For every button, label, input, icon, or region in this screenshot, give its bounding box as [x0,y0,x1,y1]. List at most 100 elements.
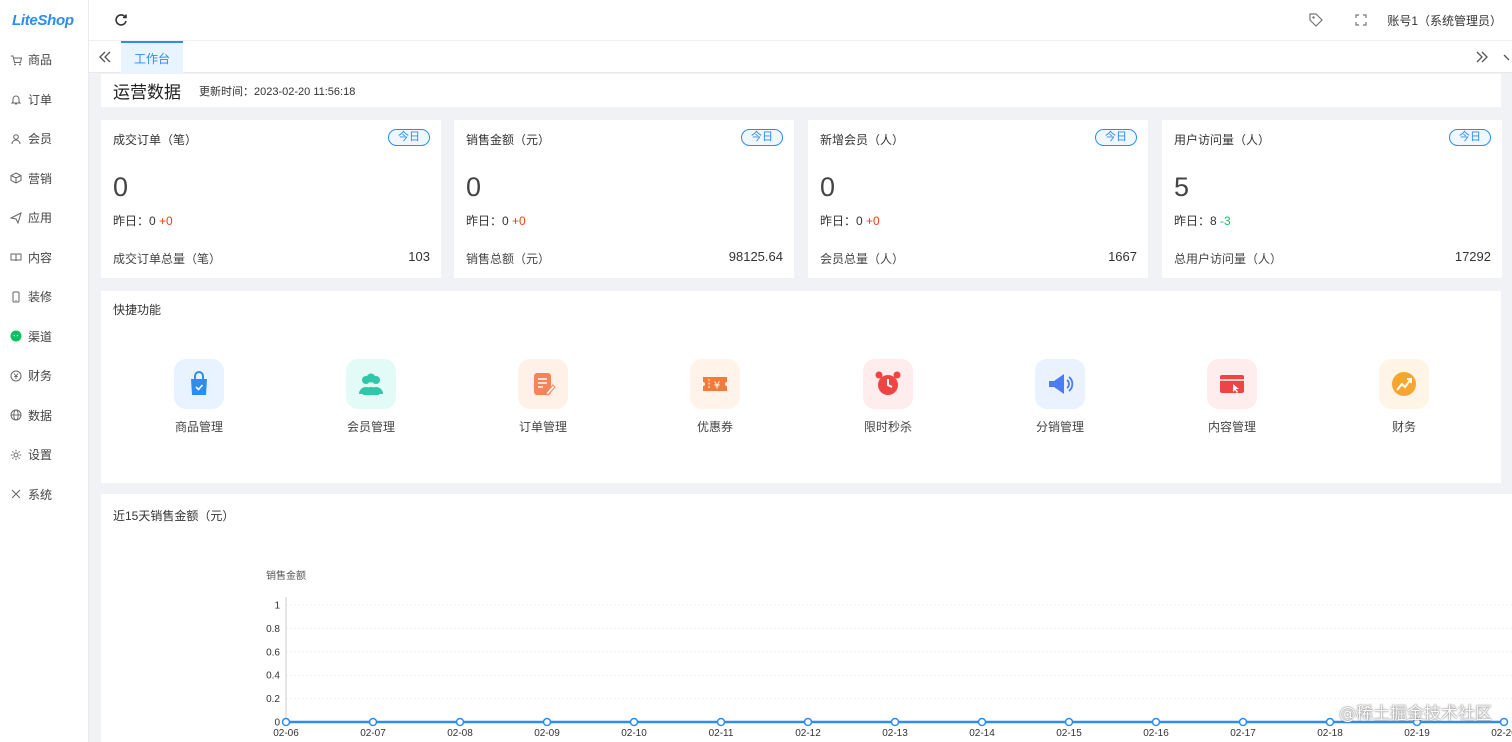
today-badge[interactable]: 今日 [1095,129,1137,146]
sidebar-item-label: 数据 [28,408,53,423]
sidebar-item-8[interactable]: 财务 [0,356,88,396]
sidebar-item-2[interactable]: 会员 [0,119,88,159]
stat-delta: +0 [512,214,526,228]
x-tick-label: 02-12 [795,728,821,739]
stat-value: 0 [113,172,129,202]
stat-delta: +0 [159,214,173,228]
yesterday-label: 昨日： [1174,214,1211,228]
fullscreen-icon[interactable] [1353,12,1369,28]
x-tick-label: 02-18 [1317,728,1343,739]
tabs-scroll-right-icon[interactable] [1474,49,1490,65]
sidebar: LiteShop 商品 订单 会员 营销 应用 内容 装修 渠道 财务数据设置 系统 [0,0,89,742]
sidebar-item-4[interactable]: 应用 [0,198,88,238]
members-icon [346,359,396,409]
quick-item[interactable]: 商品管理 [139,359,259,435]
yesterday-label: 昨日： [820,214,857,228]
globe-icon [9,409,22,422]
send-icon [9,211,22,224]
quick-item[interactable]: 订单管理 [483,359,603,435]
tabs-dropdown-icon[interactable] [1502,49,1512,65]
x-tick-label: 02-11 [709,728,734,739]
bell-icon [9,93,22,106]
stat-label: 成交订单（笔） [113,133,198,147]
sidebar-item-6[interactable]: 装修 [0,277,88,317]
stat-card: 新增会员（人） 今日 0 昨日：0 +0 会员总量（人） 1667 [808,120,1148,278]
stat-value: 0 [466,172,482,202]
refresh-icon[interactable] [113,12,129,28]
y-tick-label: 0.2 [266,694,280,705]
stat-total-value: 17292 [1454,249,1491,264]
stat-total-label: 成交订单总量（笔） [113,252,222,266]
quick-functions-panel: 快捷功能 商品管理 会员管理 订单管理 ¥ 优惠券 限时秒杀 分销管理 内容管理 财务 [101,291,1501,483]
order-icon [518,359,568,409]
data-point [1499,717,1509,727]
x-tick-label: 02-08 [447,728,473,739]
sales-chart-panel: 近15天销售金额（元） 销售金额 0 0.2 0.4 0.6 0.8 1 02-06 02-07… [101,494,1512,742]
sidebar-item-3[interactable]: 营销 [0,159,88,199]
sidebar-item-11[interactable]: 系统 [0,475,88,515]
quick-item[interactable]: 会员管理 [311,359,431,435]
stat-label: 新增会员（人） [820,133,905,147]
book-icon [9,251,22,264]
data-point [542,717,552,727]
data-point [629,717,639,727]
x-tick-label: 02-14 [969,728,995,739]
x-tick-label: 02-19 [1404,728,1430,739]
yesterday-label: 昨日： [113,214,150,228]
quick-item[interactable]: 限时秒杀 [828,359,948,435]
y-axis-label: 销售金额 [266,569,306,582]
yesterday-value: 0 [149,214,156,228]
stat-delta: -3 [1220,214,1231,228]
data-point [368,717,378,727]
megaphone-icon [1035,359,1085,409]
stat-total-label: 销售总额（元） [466,252,551,266]
tab-workbench[interactable]: 工作台 [121,41,184,73]
y-tick-label: 0.4 [266,671,280,682]
account-menu[interactable]: 账号1（系统管理员） [1387,12,1502,29]
tag-icon[interactable] [1308,12,1324,28]
logo[interactable]: LiteShop [0,0,88,40]
today-badge[interactable]: 今日 [388,129,430,146]
x-tick-label: 02-17 [1230,728,1256,739]
data-point [803,717,813,727]
quick-item[interactable]: 内容管理 [1172,359,1292,435]
x-tick-label: 02-16 [1143,728,1169,739]
quick-item-label: 商品管理 [174,420,223,434]
watermark: @稀土掘金技术社区 [1339,704,1492,724]
stat-yesterday: 昨日：0 +0 [466,212,526,229]
tabs-scroll-left-icon[interactable] [97,49,113,65]
x-tick-label: 02-13 [882,728,908,739]
sidebar-item-0[interactable]: 商品 [0,40,88,80]
sidebar-item-1[interactable]: 订单 [0,80,88,120]
x-tick-label: 02-09 [534,728,560,739]
today-badge[interactable]: 今日 [741,129,783,146]
today-badge[interactable]: 今日 [1449,129,1491,146]
shopping-bag-icon [174,359,224,409]
quick-item[interactable]: ¥ 优惠券 [655,359,775,435]
stat-card: 销售金额（元） 今日 0 昨日：0 +0 销售总额（元） 98125.64 [454,120,794,278]
quick-item-label: 内容管理 [1207,420,1256,434]
cart-icon [9,53,22,66]
top-header: 账号1（系统管理员） [89,0,1512,40]
sidebar-item-9[interactable]: 数据 [0,396,88,436]
quick-item[interactable]: 分销管理 [1000,359,1120,435]
quick-item-label: 分销管理 [1035,420,1084,434]
stat-total-value: 98125.64 [728,249,783,264]
stat-label: 用户访问量（人） [1174,133,1271,147]
data-point [1325,717,1335,727]
quick-item-label: 限时秒杀 [863,420,912,434]
data-point [1238,717,1248,727]
quick-item[interactable]: 财务 [1344,359,1464,435]
user-icon [9,132,22,145]
sidebar-item-10[interactable]: 设置 [0,435,88,475]
stat-card: 成交订单（笔） 今日 0 昨日：0 +0 成交订单总量（笔） 103 [101,120,441,278]
sidebar-item-7[interactable]: 渠道 [0,317,88,357]
overview-header: 运营数据 更新时间：2023-02-20 11:56:18 [101,74,1501,107]
sidebar-item-5[interactable]: 内容 [0,238,88,278]
svg-text:¥: ¥ [714,381,720,392]
yesterday-value: 0 [856,214,863,228]
y-tick-label: 1 [274,601,280,612]
coupon-icon: ¥ [690,359,740,409]
stat-card: 用户访问量（人） 今日 5 昨日：8 -3 总用户访问量（人） 17292 [1162,120,1502,278]
quick-item-label: 财务 [1391,420,1416,434]
